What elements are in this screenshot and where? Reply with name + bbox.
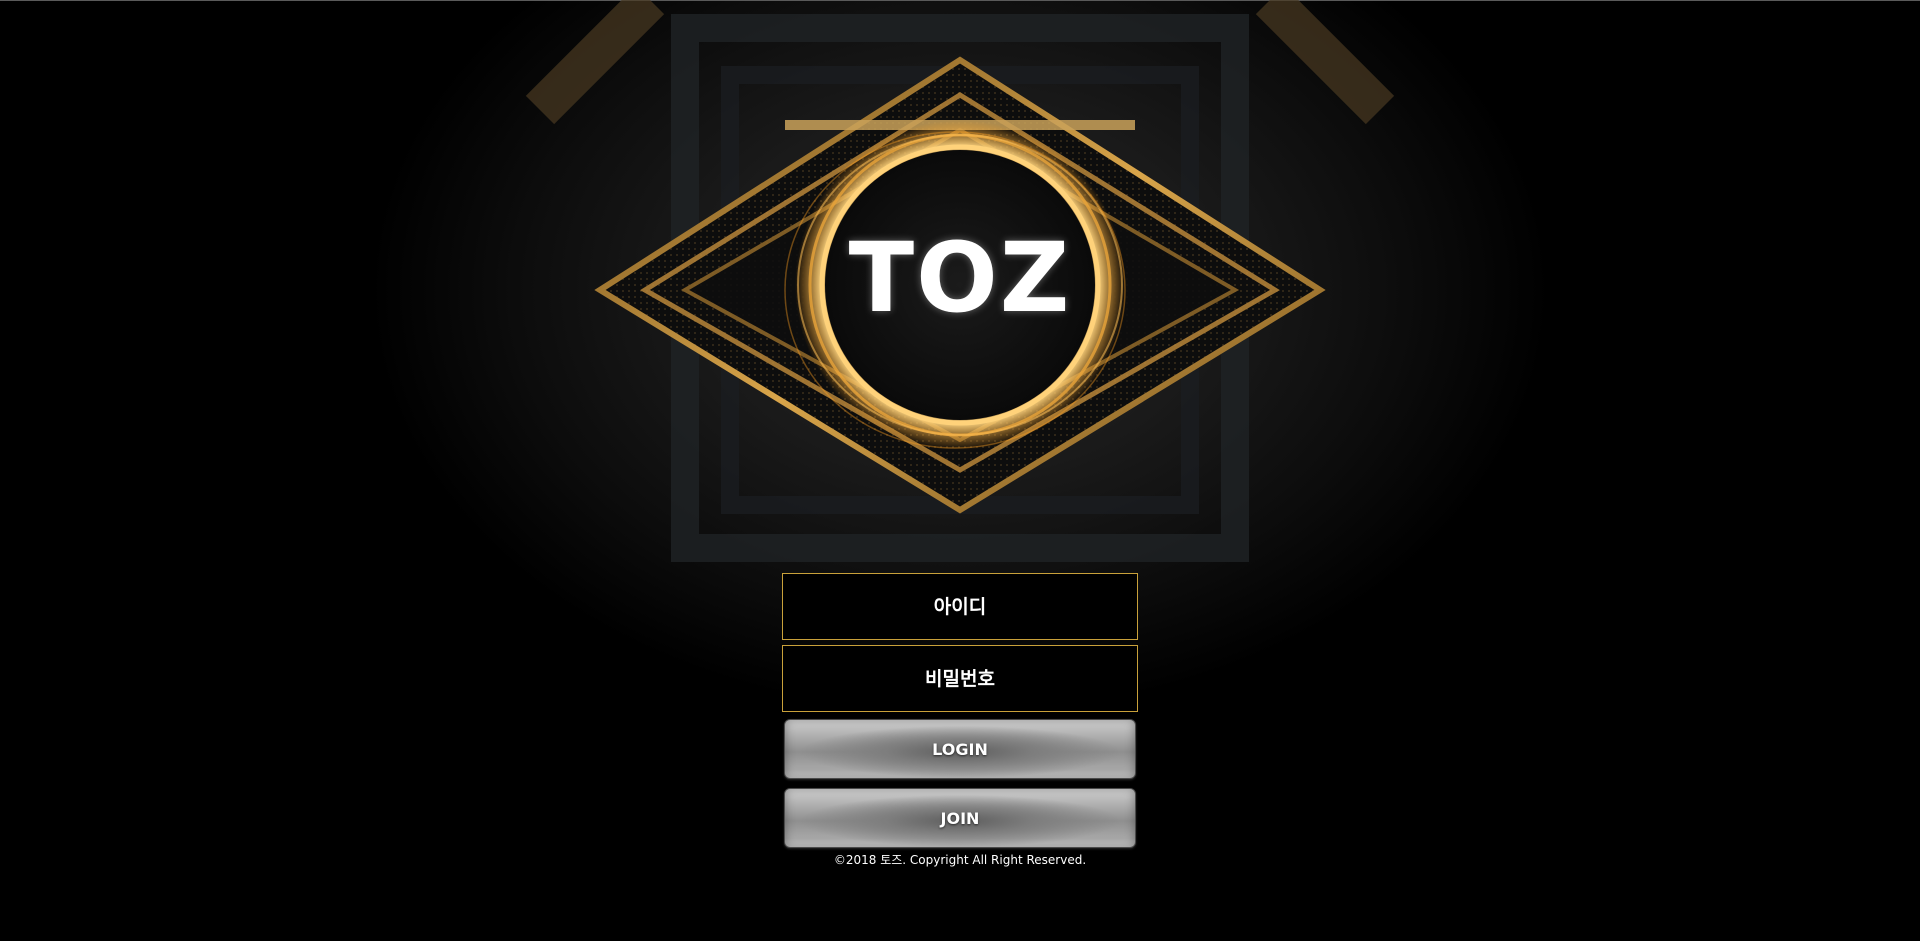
join-button[interactable]: JOIN <box>784 788 1136 848</box>
login-form: LOGIN JOIN <box>782 573 1138 857</box>
login-button[interactable]: LOGIN <box>784 719 1136 779</box>
id-field-wrapper <box>782 573 1138 640</box>
password-field-wrapper <box>782 645 1138 712</box>
password-input[interactable] <box>783 645 1137 712</box>
copyright-text: ©2018 토즈. Copyright All Right Reserved. <box>833 853 1087 867</box>
hero-logo-art: TOZ <box>500 0 1420 580</box>
logo-wordmark: TOZ <box>848 222 1072 334</box>
id-input[interactable] <box>783 573 1137 640</box>
login-page: TOZ LOGIN JOIN ©2018 토즈. Copyright All R… <box>0 0 1920 941</box>
